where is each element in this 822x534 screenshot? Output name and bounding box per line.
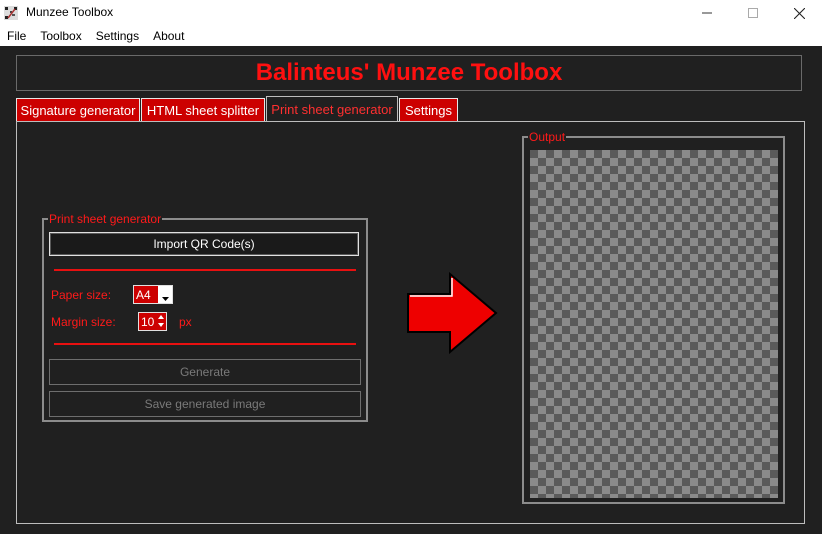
- divider: [54, 269, 356, 271]
- tab-settings[interactable]: Settings: [399, 98, 458, 122]
- output-preview: [530, 150, 778, 498]
- spin-down-icon[interactable]: [156, 321, 166, 329]
- close-button[interactable]: [776, 0, 822, 26]
- tab-label: HTML sheet splitter: [146, 103, 260, 118]
- spin-up-icon[interactable]: [156, 313, 166, 321]
- title-bar[interactable]: Munzee Toolbox: [0, 0, 822, 26]
- menu-file[interactable]: File: [0, 26, 33, 46]
- paper-size-select[interactable]: A4: [133, 285, 173, 304]
- tab-label: Print sheet generator: [271, 102, 393, 117]
- menu-bar: File Toolbox Settings About: [0, 26, 822, 46]
- margin-size-value: 10: [141, 315, 155, 329]
- minimize-icon: [702, 12, 712, 14]
- close-icon: [793, 7, 805, 19]
- app-logo-icon: [4, 6, 18, 20]
- margin-size-spinbox[interactable]: 10: [138, 312, 167, 331]
- app-window: Munzee Toolbox File Toolbox Settings Abo…: [0, 0, 822, 534]
- tab-signature-generator[interactable]: Signature generator: [16, 98, 140, 122]
- margin-unit: px: [179, 315, 192, 329]
- button-label: Save generated image: [144, 397, 266, 411]
- save-generated-image-button[interactable]: Save generated image: [49, 391, 361, 417]
- spin-arrows: [156, 313, 166, 330]
- tab-html-sheet-splitter[interactable]: HTML sheet splitter: [141, 98, 265, 122]
- menu-settings[interactable]: Settings: [89, 26, 146, 46]
- button-label: Import QR Code(s): [153, 237, 255, 251]
- group-title: Output: [528, 130, 567, 144]
- window-title: Munzee Toolbox: [26, 5, 114, 19]
- menu-toolbox[interactable]: Toolbox: [33, 26, 88, 46]
- maximize-icon: [748, 8, 758, 18]
- button-label: Generate: [179, 365, 231, 379]
- tab-label: Settings: [405, 103, 452, 118]
- group-title: Print sheet generator: [48, 212, 163, 226]
- paper-size-value: A4: [136, 288, 151, 302]
- divider: [54, 343, 356, 345]
- margin-size-label: Margin size:: [51, 315, 116, 329]
- header-banner: Balinteus' Munzee Toolbox: [16, 55, 802, 91]
- chevron-down-icon: [161, 296, 169, 301]
- paper-size-label: Paper size:: [51, 288, 112, 302]
- maximize-button[interactable]: [730, 0, 776, 26]
- minimize-button[interactable]: [684, 0, 730, 26]
- tab-label: Signature generator: [20, 103, 136, 118]
- tab-print-sheet-generator[interactable]: Print sheet generator: [266, 96, 398, 122]
- dropdown-button[interactable]: [158, 286, 172, 303]
- menu-about[interactable]: About: [146, 26, 191, 46]
- app-heading: Balinteus' Munzee Toolbox: [255, 59, 563, 86]
- import-qr-codes-button[interactable]: Import QR Code(s): [49, 232, 359, 256]
- arrow-right-icon: [407, 271, 498, 355]
- generate-button[interactable]: Generate: [49, 359, 361, 385]
